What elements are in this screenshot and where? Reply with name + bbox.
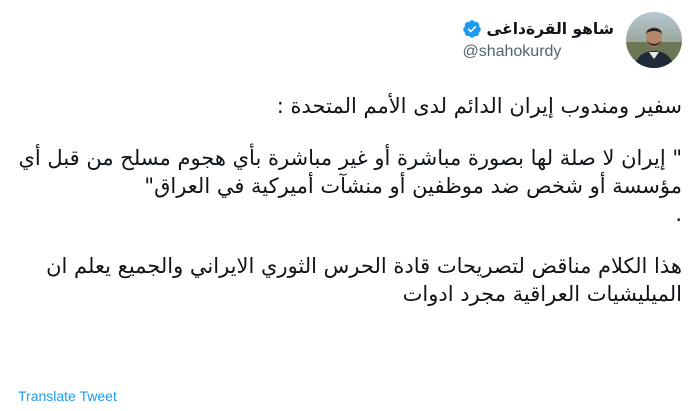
avatar[interactable] (626, 12, 682, 68)
tweet-paragraph-2: " إيران لا صلة لها بصورة مباشرة أو غير م… (18, 146, 682, 198)
translate-tweet-link[interactable]: Translate Tweet (18, 388, 117, 404)
verified-badge-icon (462, 19, 482, 39)
profile-photo-icon (626, 12, 682, 68)
tweet-text: سفير ومندوب إيران الدائم لدى الأمم المتح… (18, 92, 682, 308)
author-display-name[interactable]: شاهو القرةداغی (486, 20, 614, 38)
author-names: شاهو القرةداغی @shahokurdy (462, 19, 614, 61)
tweet-author: شاهو القرةداغی @shahokurdy (462, 12, 682, 68)
display-name-row: شاهو القرةداغی (462, 19, 614, 39)
tweet-paragraph-4: هذا الكلام مناقض لتصريحات قادة الحرس الث… (46, 254, 682, 306)
tweet-paragraph-3: . (675, 202, 682, 226)
tweet-paragraph-1: سفير ومندوب إيران الدائم لدى الأمم المتح… (276, 94, 682, 118)
author-handle[interactable]: @shahokurdy (462, 43, 561, 61)
tweet-card: شاهو القرةداغی @shahokurdy سفير ومندوب إ… (0, 0, 700, 411)
